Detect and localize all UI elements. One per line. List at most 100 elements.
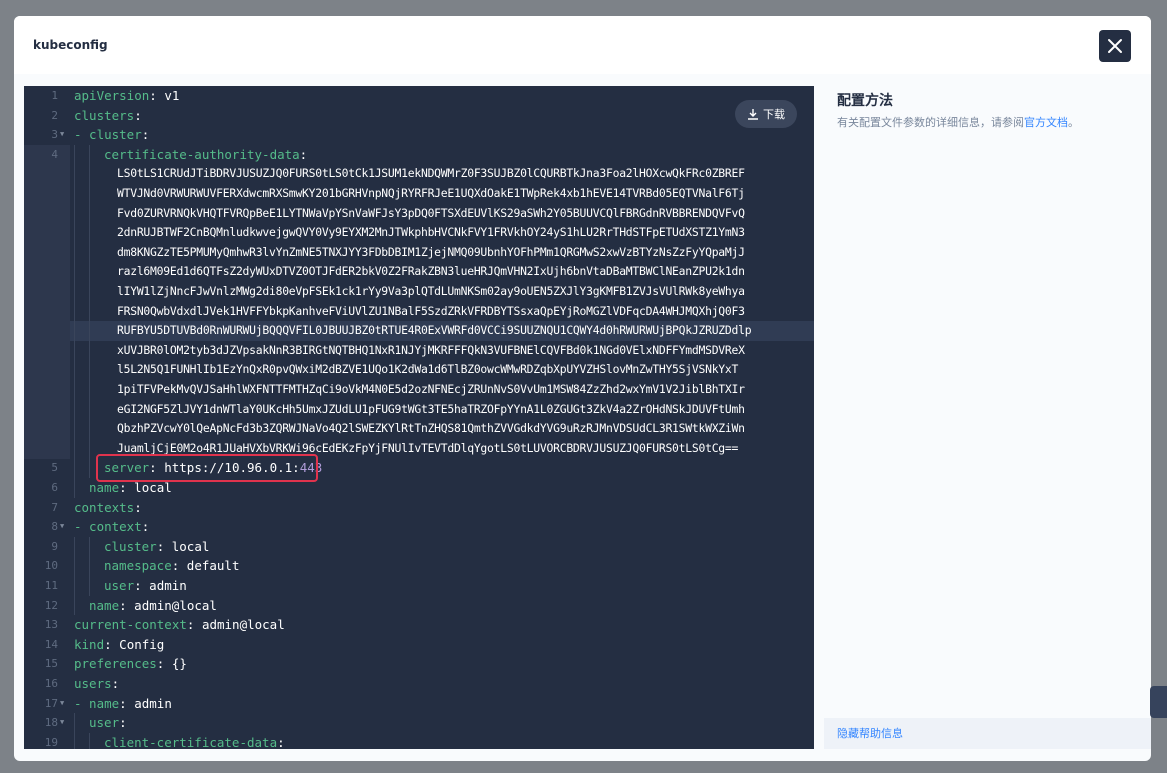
line-number: 3 bbox=[51, 128, 58, 142]
indent-guide bbox=[89, 223, 90, 243]
certificate-data-row: xUVJBR0lOM2tyb3dJZVpsakNnR3BIRGtNQTBHQ1N… bbox=[117, 342, 745, 357]
yaml-key: certificate-authority-data bbox=[104, 146, 300, 162]
fold-toggle-icon[interactable]: ▼ bbox=[60, 517, 64, 537]
indent-guide bbox=[74, 282, 75, 302]
close-icon bbox=[1108, 39, 1122, 53]
indent-guide bbox=[89, 282, 90, 302]
yaml-value: Config bbox=[119, 636, 165, 652]
yaml-separator: : bbox=[186, 617, 202, 633]
indent-guide bbox=[89, 419, 90, 439]
download-label: 下载 bbox=[763, 108, 785, 121]
yaml-separator: : bbox=[134, 578, 150, 593]
indent-guide bbox=[89, 380, 90, 400]
yaml-key: apiVersion bbox=[74, 88, 150, 103]
hide-help-button[interactable]: 隐藏帮助信息 bbox=[824, 718, 1151, 749]
indent-guide bbox=[74, 360, 75, 380]
line-number: 1 bbox=[51, 89, 58, 102]
certificate-data-row: Fvd0ZURVRNQkVHQTFVRQpBeE1LYTNWaVpYSnVaWF… bbox=[117, 205, 745, 220]
code-line[interactable]: 3 ▼ - cluster: bbox=[24, 125, 814, 145]
modal-title: kubeconfig bbox=[33, 38, 108, 52]
line-number: 5 bbox=[51, 461, 58, 475]
yaml-key: users bbox=[74, 676, 112, 691]
code-text: - name: admin bbox=[74, 694, 172, 714]
yaml-separator: : bbox=[149, 88, 165, 103]
close-button[interactable] bbox=[1099, 30, 1131, 62]
code-line[interactable]: 12 name: admin@local bbox=[24, 596, 814, 616]
line-number: 16 bbox=[44, 677, 58, 690]
yaml-value: admin bbox=[149, 578, 187, 593]
code-text: name: admin@local bbox=[89, 596, 217, 616]
side-tab-handle[interactable] bbox=[1150, 686, 1167, 718]
code-text: users: bbox=[74, 674, 119, 694]
yaml-value: local bbox=[171, 538, 210, 554]
line-number: 6 bbox=[51, 481, 58, 494]
yaml-separator: : bbox=[119, 715, 127, 731]
yaml-key: - name bbox=[74, 695, 120, 711]
code-line[interactable]: 13 current-context: admin@local bbox=[24, 615, 814, 635]
code-text: contexts: bbox=[74, 498, 142, 518]
yaml-key: name bbox=[89, 480, 120, 495]
fold-toggle-icon[interactable]: ▼ bbox=[60, 713, 64, 733]
indent-guide bbox=[89, 184, 90, 204]
code-text: user: admin bbox=[104, 576, 187, 596]
yaml-value: {} bbox=[171, 656, 187, 672]
yaml-key: user bbox=[104, 578, 135, 593]
code-line[interactable]: 8 ▼ - context: bbox=[24, 517, 814, 537]
yaml-key: current-context bbox=[74, 617, 187, 633]
indent-guide bbox=[89, 203, 90, 224]
indent-guide bbox=[74, 242, 75, 263]
help-text-suffix: 。 bbox=[1068, 116, 1079, 129]
code-line[interactable]: 4 certificate-authority-data: bbox=[24, 145, 814, 165]
code-text: kind: Config bbox=[74, 635, 164, 655]
yaml-value: admin@local bbox=[201, 617, 285, 633]
line-number: 14 bbox=[44, 637, 58, 651]
code-line[interactable]: 19 client-certificate-data: bbox=[24, 733, 814, 749]
code-line[interactable]: 18 ▼ user: bbox=[24, 713, 814, 733]
certificate-data-row: dm8KNGZzTE5PMUMyQmhwR3lvYnZmNE5TNXJYY3FD… bbox=[117, 244, 745, 259]
code-line[interactable]: 10 namespace: default bbox=[24, 556, 814, 576]
code-text: user: bbox=[89, 713, 127, 733]
fold-toggle-icon[interactable]: ▼ bbox=[60, 694, 64, 714]
yaml-value: default bbox=[186, 558, 240, 574]
indent-guide bbox=[89, 242, 90, 263]
line-number: 11 bbox=[44, 579, 58, 592]
certificate-data-row: 2dnRUJBTWF2CnBQMnludkwvejgwQVY0Vy9EYXM2M… bbox=[117, 225, 745, 240]
line-number: 7 bbox=[51, 500, 58, 514]
code-text: namespace: default bbox=[104, 556, 239, 576]
code-line[interactable]: 11 user: admin bbox=[24, 576, 814, 596]
indent-guide bbox=[74, 321, 75, 341]
code-line[interactable]: 7 contexts: bbox=[24, 498, 814, 518]
official-docs-link[interactable]: 官方文档 bbox=[1024, 116, 1068, 129]
yaml-separator: : bbox=[119, 597, 135, 613]
yaml-value: admin@local bbox=[134, 597, 217, 613]
indent-guide bbox=[89, 301, 90, 322]
yaml-key: preferences bbox=[74, 656, 157, 672]
server-highlight-box bbox=[96, 454, 318, 482]
code-line[interactable]: 1 apiVersion: v1 bbox=[24, 86, 814, 106]
yaml-key: - cluster bbox=[74, 127, 142, 143]
line-number: 9 bbox=[51, 539, 58, 553]
kubeconfig-modal: kubeconfig 1 apiVersion: v1 2 clusters: 3 ▼ - … bbox=[14, 16, 1151, 761]
yaml-separator: : bbox=[156, 656, 172, 672]
code-line[interactable]: 9 cluster: local bbox=[24, 537, 814, 557]
code-line[interactable]: 2 clusters: bbox=[24, 106, 814, 126]
indent-guide bbox=[74, 262, 75, 282]
line-number: 17 bbox=[44, 696, 58, 710]
indent-guide bbox=[89, 164, 90, 184]
indent-guide bbox=[89, 262, 90, 282]
download-button[interactable]: 下载 bbox=[735, 100, 797, 128]
yaml-separator: : bbox=[119, 480, 135, 495]
code-line[interactable]: 15 preferences: {} bbox=[24, 654, 814, 674]
code-line[interactable]: 14 kind: Config bbox=[24, 635, 814, 655]
code-line[interactable]: 16 users: bbox=[24, 674, 814, 694]
code-editor[interactable]: 1 apiVersion: v1 2 clusters: 3 ▼ - cluster: 4 ce… bbox=[24, 86, 814, 749]
help-text-prefix: 有关配置文件参数的详细信息，请参阅 bbox=[837, 116, 1024, 129]
yaml-value: admin bbox=[134, 695, 172, 711]
code-text: - context: bbox=[74, 517, 149, 537]
code-text: preferences: {} bbox=[74, 654, 187, 674]
yaml-separator: : bbox=[141, 519, 150, 535]
certificate-data-row: l5L2N5Q1FUNHlIb1EzYnQxR0pvQWxiM2dBZVE1UQ… bbox=[117, 362, 739, 377]
fold-toggle-icon[interactable]: ▼ bbox=[60, 125, 64, 145]
code-line[interactable]: 17 ▼ - name: admin bbox=[24, 694, 814, 714]
code-text: client-certificate-data: bbox=[104, 733, 285, 749]
